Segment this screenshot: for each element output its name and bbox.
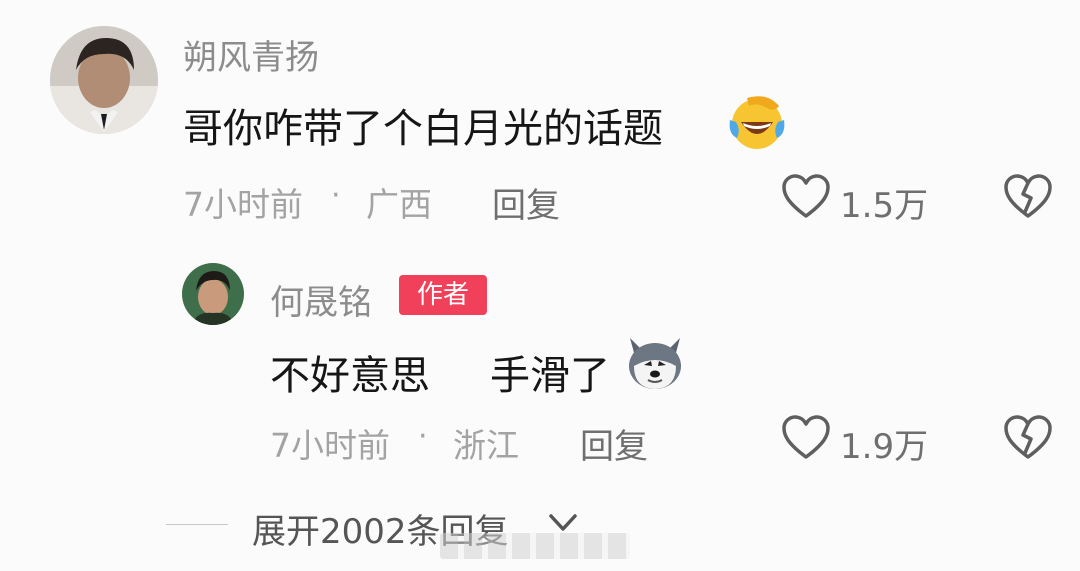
divider xyxy=(166,524,228,525)
broken-heart-icon[interactable] xyxy=(1003,415,1053,461)
reply-text-part1: 不好意思 xyxy=(270,353,430,399)
laughing-crying-emoji xyxy=(729,96,785,149)
like-count: 1.9万 xyxy=(840,427,929,467)
reply-avatar[interactable] xyxy=(182,263,244,325)
comment-time: 7小时前 xyxy=(183,185,303,224)
chevron-down-icon[interactable] xyxy=(548,512,578,534)
meta-separator: · xyxy=(418,419,428,454)
avatar-image xyxy=(182,263,244,325)
like-count: 1.5万 xyxy=(840,186,929,226)
reply-button[interactable]: 回复 xyxy=(492,178,560,227)
husky-dog-emoji xyxy=(629,338,681,389)
avatar-image xyxy=(50,26,158,134)
heart-icon[interactable] xyxy=(781,415,831,461)
reply-username[interactable]: 何晟铭 xyxy=(270,275,372,324)
watermark xyxy=(440,533,630,559)
avatar[interactable] xyxy=(50,26,158,134)
author-badge: 作者 xyxy=(399,275,487,315)
comment-location: 广西 xyxy=(366,185,432,224)
reply-location: 浙江 xyxy=(453,426,519,465)
meta-separator: · xyxy=(331,178,341,213)
comment-username[interactable]: 朔风青扬 xyxy=(183,30,319,79)
broken-heart-icon[interactable] xyxy=(1003,174,1053,220)
reply-button[interactable]: 回复 xyxy=(580,419,648,468)
reply-text-part2: 手滑了 xyxy=(490,353,610,399)
reply-time: 7小时前 xyxy=(270,426,390,465)
heart-icon[interactable] xyxy=(781,174,831,220)
comment-text: 哥你咋带了个白月光的话题 xyxy=(183,106,663,152)
